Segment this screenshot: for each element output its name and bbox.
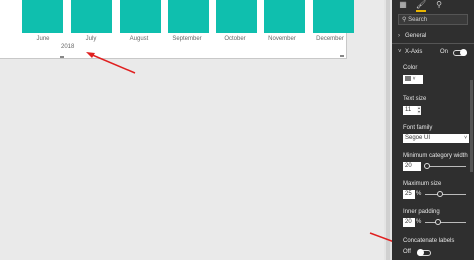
bar-july[interactable] — [71, 0, 112, 33]
font-family-select[interactable]: Segoe UI ˅ — [403, 134, 469, 143]
x-tick-label: September — [172, 36, 202, 42]
max-size-slider[interactable] — [425, 194, 466, 195]
format-icon[interactable]: 🖌 — [416, 0, 426, 12]
xaxis-toggle[interactable] — [453, 49, 467, 56]
chevron-down-icon: ˅ — [464, 135, 467, 141]
pane-tabs: ▦ 🖌 ⚲ — [398, 0, 468, 12]
xaxis-toggle-label: On — [440, 49, 449, 55]
report-canvas: June July August September October Novem… — [0, 0, 382, 260]
concatenate-labels-label: Concatenate labels — [403, 238, 455, 244]
concatenate-labels-toggle[interactable] — [417, 249, 431, 256]
search-icon: ⚲ — [402, 17, 407, 23]
font-family-value: Segoe UI — [405, 135, 431, 141]
text-size-label: Text size — [403, 96, 427, 102]
x-tick-label: December — [316, 36, 344, 42]
slider-knob[interactable] — [435, 219, 441, 225]
section-xaxis[interactable]: ˅ X-Axis — [398, 49, 422, 55]
chevron-down-icon: ˅ — [398, 49, 402, 55]
font-family-label: Font family — [403, 125, 433, 131]
color-swatch — [405, 75, 411, 81]
slider-knob[interactable] — [424, 163, 430, 169]
format-pane: ▦ 🖌 ⚲ ⚲ Search › General ˅ X-Axis On Color… — [392, 0, 474, 260]
x-tick-label: October — [224, 36, 246, 42]
resize-handle-bottom[interactable] — [60, 56, 64, 58]
x-tick-label: August — [129, 36, 149, 42]
concatenate-toggle-label: Off — [403, 249, 411, 255]
toggle-knob — [460, 49, 467, 56]
bar-october[interactable] — [216, 0, 257, 33]
section-general[interactable]: › General — [398, 33, 426, 39]
bar-june[interactable] — [22, 0, 63, 33]
section-general-label: General — [405, 33, 427, 39]
section-xaxis-label: X-Axis — [405, 49, 423, 55]
min-category-width-slider[interactable] — [425, 166, 466, 167]
bar-september[interactable] — [168, 0, 209, 33]
bar-december[interactable] — [313, 0, 354, 33]
x-tick-label: June — [36, 36, 50, 42]
analytics-icon[interactable]: ⚲ — [434, 0, 444, 10]
min-category-width-input[interactable]: 20 — [403, 162, 421, 171]
search-placeholder: Search — [408, 17, 428, 23]
chevron-right-icon: › — [398, 33, 400, 39]
toggle-knob — [417, 249, 424, 256]
x-tick-label: November — [268, 36, 296, 42]
bar-august[interactable] — [120, 0, 161, 33]
inner-padding-unit: % — [416, 219, 422, 225]
fields-icon[interactable]: ▦ — [398, 0, 408, 10]
text-size-stepper[interactable]: ▴ ▾ — [417, 106, 421, 115]
color-label: Color — [403, 65, 418, 71]
color-picker[interactable]: ˅ — [403, 75, 423, 84]
x-group-label: 2018 — [61, 44, 75, 50]
divider — [392, 43, 474, 44]
pane-scrollbar[interactable] — [470, 80, 473, 172]
inner-padding-label: Inner padding — [403, 209, 440, 215]
max-size-unit: % — [416, 191, 422, 197]
max-size-input[interactable]: 25 — [403, 190, 415, 199]
inner-padding-input[interactable]: 20 — [403, 218, 415, 227]
search-input[interactable]: ⚲ Search — [398, 14, 468, 25]
resize-handle-corner[interactable] — [340, 55, 344, 57]
x-tick-label: July — [85, 36, 97, 42]
chevron-down-icon: ˅ — [412, 76, 416, 82]
inner-padding-slider[interactable] — [425, 222, 466, 223]
slider-knob[interactable] — [437, 191, 443, 197]
max-size-label: Maximum size — [403, 181, 442, 187]
canvas-scrollbar-thumb[interactable] — [386, 0, 390, 260]
bar-november[interactable] — [264, 0, 305, 33]
column-chart-visual[interactable]: June July August September October Novem… — [0, 0, 354, 59]
min-category-width-label: Minimum category width — [403, 153, 468, 159]
